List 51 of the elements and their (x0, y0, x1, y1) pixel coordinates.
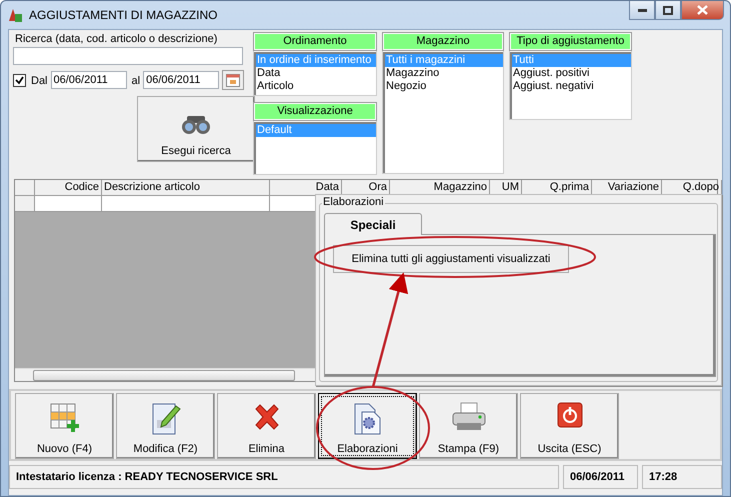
panel-title: Elaborazioni (322, 196, 385, 208)
calendar-button[interactable] (222, 70, 244, 90)
toolbar-button[interactable]: Modifica (F2) (116, 393, 215, 459)
search-field[interactable] (13, 47, 243, 65)
list-item[interactable]: Magazzino (385, 67, 503, 80)
list-item[interactable]: Aggiust. negativi (512, 80, 631, 93)
binoculars-icon (181, 115, 211, 135)
toolbar-button[interactable]: Uscita (ESC) (520, 393, 619, 459)
list-item[interactable]: Aggiust. positivi (512, 67, 631, 80)
toolbar-button[interactable]: Elaborazioni (318, 393, 417, 459)
document-pencil-icon (150, 402, 182, 436)
window-title: AGGIUSTAMENTI DI MAGAZZINO (29, 8, 218, 22)
status-date: 06/06/2011 (563, 465, 638, 489)
power-icon (556, 402, 582, 428)
from-label: Dal (30, 74, 48, 86)
search-label: Ricerca (data, cod. articolo o descrizione) (14, 32, 218, 45)
document-gear-icon (352, 402, 384, 436)
minimize-button[interactable] (629, 1, 655, 20)
search-button[interactable]: Esegui ricerca (137, 96, 255, 162)
table-cell (35, 196, 102, 212)
license-text: Intestatario licenza : READY TECNOSERVICE SRL (9, 465, 559, 489)
toolbar-button[interactable]: Nuovo (F4) (15, 393, 114, 459)
date-checkbox[interactable] (13, 74, 26, 86)
list-box[interactable]: Tutti Aggiust. positivi Aggiust. negativi (510, 52, 631, 119)
list-header: Tipo di aggiustamento (510, 33, 631, 50)
list-item[interactable]: Negozio (385, 80, 503, 93)
calendar-icon (226, 73, 240, 87)
list-item[interactable]: Articolo (256, 80, 376, 93)
minimize-icon (638, 8, 646, 12)
tab[interactable]: Speciali (324, 213, 422, 235)
app-icon (7, 7, 23, 23)
toolbar-button[interactable]: Stampa (F9) (419, 393, 518, 459)
date-field[interactable]: 06/06/2011 (50, 71, 127, 89)
close-icon (697, 5, 708, 15)
list-header: Ordinamento (254, 33, 376, 50)
grid-plus-icon (48, 402, 80, 434)
list-header: Visualizzazione (254, 102, 376, 120)
printer-icon (450, 402, 486, 432)
restore-icon (663, 6, 673, 14)
list-box[interactable]: Tutti i magazzini Magazzino Negozio (383, 52, 503, 173)
to-label: al (130, 74, 140, 86)
toolbar-button[interactable]: Elimina (217, 393, 316, 459)
status-time: 17:28 (642, 465, 722, 489)
list-box[interactable]: In ordine di inserimento Data Articolo (254, 52, 376, 95)
maximize-button[interactable] (655, 1, 681, 20)
row-header (15, 196, 35, 212)
date-field[interactable]: 06/06/2011 (143, 71, 220, 89)
close-button[interactable] (681, 1, 724, 20)
delete-all-button[interactable]: Elimina tutti gli aggiustamenti visualizzati (333, 245, 569, 273)
list-item[interactable]: Data (256, 67, 376, 80)
list-header: Magazzino (383, 33, 503, 50)
